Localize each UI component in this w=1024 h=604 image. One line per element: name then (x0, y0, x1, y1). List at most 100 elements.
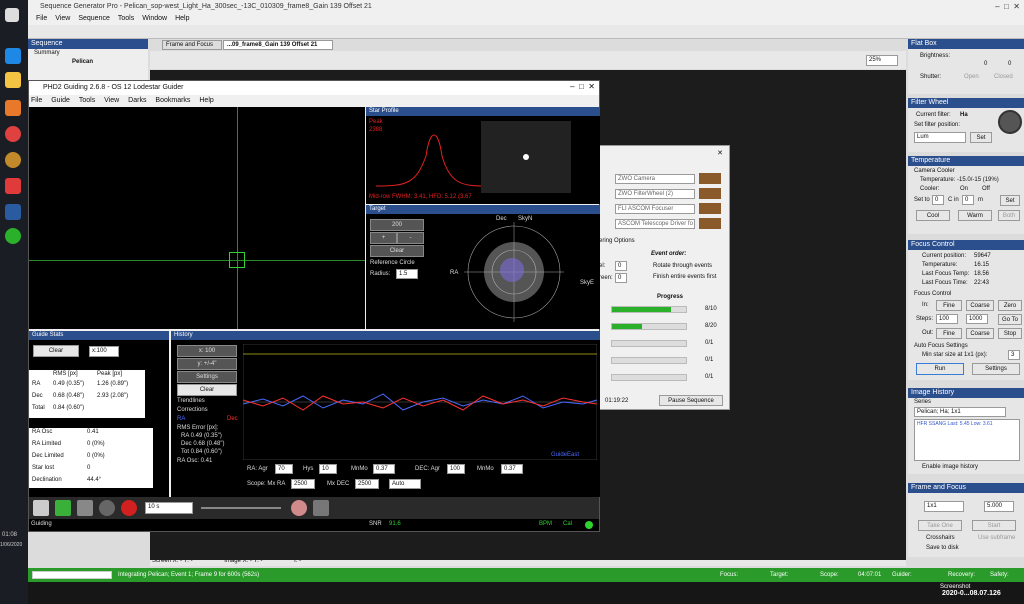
app-icon[interactable] (5, 100, 21, 116)
target-clear-button[interactable]: Clear (370, 245, 424, 257)
phd-menu-bookmarks[interactable]: Bookmarks (155, 97, 190, 104)
menu-tools[interactable]: Tools (118, 15, 134, 22)
crosshairs-checkbox[interactable]: Crosshairs (926, 535, 955, 541)
finish-events-radio[interactable]: Finish entire events first (653, 274, 716, 280)
dialog-close-icon[interactable]: ✕ (717, 149, 723, 157)
chrome-icon[interactable] (5, 126, 21, 142)
enable-history-checkbox[interactable]: Enable image history (922, 464, 978, 470)
history-settings-button[interactable]: Settings (177, 371, 237, 383)
dec-agr-input[interactable]: 100 (447, 464, 465, 474)
tab-frame-focus[interactable]: Frame and Focus (162, 40, 222, 50)
filter-select[interactable]: Lum (914, 132, 966, 143)
hys-input[interactable]: 10 (319, 464, 337, 474)
pause-sequence-button[interactable]: Pause Sequence (659, 395, 723, 406)
target-zoom-in[interactable]: + (370, 232, 397, 244)
binning-select[interactable]: 1x1 (924, 501, 964, 512)
option-input-2[interactable]: 0 (615, 273, 627, 283)
tab-image[interactable]: ...09_frame8_Gain 139 Offset 21 (223, 40, 333, 50)
stop-focus-button[interactable]: Stop (998, 328, 1022, 339)
connect-icon[interactable] (33, 500, 49, 516)
folder-icon[interactable] (5, 72, 21, 88)
stop-icon[interactable] (121, 500, 137, 516)
set-temp-button[interactable]: Set (1000, 195, 1020, 206)
phd2-icon[interactable] (5, 228, 21, 244)
focuser-select[interactable]: FLI ASCOM Focuser (615, 204, 695, 214)
series-select[interactable]: Pelican; Ha; 1x1 (914, 407, 1006, 417)
min-star-input[interactable]: 3 (1008, 350, 1020, 360)
minutes-input[interactable]: 0 (962, 195, 974, 205)
menu-window[interactable]: Window (142, 15, 167, 22)
run-af-button[interactable]: Run (916, 363, 964, 375)
history-y-scale[interactable]: y: +/-4" (177, 358, 237, 370)
phd-menu-tools[interactable]: Tools (79, 97, 95, 104)
guide-camera-view[interactable] (29, 107, 365, 329)
target-scale-select[interactable]: 200 (370, 219, 424, 231)
app4-icon[interactable] (5, 204, 21, 220)
camera-select[interactable]: ZWO Camera (615, 174, 695, 184)
auto-select-star-icon[interactable] (77, 500, 93, 516)
in-coarse-button[interactable]: Coarse (966, 300, 994, 311)
ra-agr-input[interactable]: 70 (275, 464, 293, 474)
equipment-connect-icons[interactable] (699, 173, 721, 231)
setto-input[interactable]: 0 (932, 195, 944, 205)
phd2-window-controls[interactable]: – □ ✕ (570, 82, 595, 91)
phd-menu-help[interactable]: Help (199, 97, 213, 104)
closed-radio[interactable]: Closed (994, 74, 1013, 80)
brain-icon[interactable] (291, 500, 307, 516)
radius-input[interactable]: 1.5 (396, 269, 418, 279)
history-x-scale[interactable]: x: 100 (177, 345, 237, 357)
phd-menu-darks[interactable]: Darks (128, 97, 146, 104)
start-button[interactable]: Start (972, 520, 1016, 531)
corrections-checkbox[interactable]: Corrections (177, 407, 208, 413)
app3-icon[interactable] (5, 178, 21, 194)
mx-ra-input[interactable]: 2500 (291, 479, 315, 489)
windows-start-icon[interactable] (5, 8, 19, 22)
goto-button[interactable]: Go To (998, 314, 1022, 325)
phd-menu-view[interactable]: View (104, 97, 119, 104)
in-fine-button[interactable]: Fine (936, 300, 962, 311)
af-settings-button[interactable]: Settings (972, 363, 1020, 375)
both-button[interactable]: Both (998, 210, 1020, 221)
menu-help[interactable]: Help (175, 15, 189, 22)
target-zoom-out[interactable]: - (397, 232, 424, 244)
telescope-select[interactable]: ASCOM Telescope Driver fo (615, 219, 695, 229)
phd-menu-guide[interactable]: Guide (51, 97, 70, 104)
stats-clear-button[interactable]: Clear (33, 345, 79, 357)
reference-circle-checkbox[interactable]: Reference Circle (370, 260, 415, 266)
take-one-button[interactable]: Take One (918, 520, 962, 531)
subframe-checkbox[interactable]: Use subframe (978, 535, 1015, 541)
search-icon[interactable] (313, 500, 329, 516)
coarse-steps-input[interactable]: 1000 (966, 314, 988, 324)
rotate-events-radio[interactable]: Rotate through events (653, 263, 712, 269)
zoom-select[interactable]: 25% (866, 55, 898, 66)
menu-sequence[interactable]: Sequence (78, 15, 110, 22)
app2-icon[interactable] (5, 152, 21, 168)
option-input-1[interactable]: 0 (615, 261, 627, 271)
set-filter-button[interactable]: Set (970, 132, 992, 143)
warm-button[interactable]: Warm (958, 210, 992, 221)
gamma-slider[interactable] (201, 507, 281, 509)
phd-menu-file[interactable]: File (31, 97, 42, 104)
window-controls[interactable]: – □ ✕ (995, 2, 1020, 11)
cooler-off-radio[interactable]: Off (982, 186, 990, 192)
open-radio[interactable]: Open (964, 74, 979, 80)
filterwheel-select[interactable]: ZWO FilterWheel (2) (615, 189, 695, 199)
dec-mode-select[interactable]: Auto (389, 479, 421, 489)
menu-file[interactable]: File (36, 15, 47, 22)
ra-mnmo-input[interactable]: 0.37 (373, 464, 395, 474)
menu-view[interactable]: View (55, 15, 70, 22)
zero-button[interactable]: Zero (998, 300, 1022, 311)
exposure-input[interactable]: 5.000 (984, 501, 1014, 512)
exposure-duration-select[interactable]: 10 s (145, 502, 193, 514)
save-disk-checkbox[interactable]: Save to disk (926, 545, 959, 551)
guide-icon[interactable] (99, 500, 115, 516)
cool-button[interactable]: Cool (916, 210, 950, 221)
out-coarse-button[interactable]: Coarse (966, 328, 994, 339)
loop-icon[interactable] (55, 500, 71, 516)
out-fine-button[interactable]: Fine (936, 328, 962, 339)
mx-dec-input[interactable]: 2500 (355, 479, 379, 489)
stats-scale-select[interactable]: x:100 (89, 346, 119, 357)
history-clear-button[interactable]: Clear (177, 384, 237, 396)
cooler-on-radio[interactable]: On (960, 186, 968, 192)
trendlines-checkbox[interactable]: Trendlines (177, 398, 205, 404)
